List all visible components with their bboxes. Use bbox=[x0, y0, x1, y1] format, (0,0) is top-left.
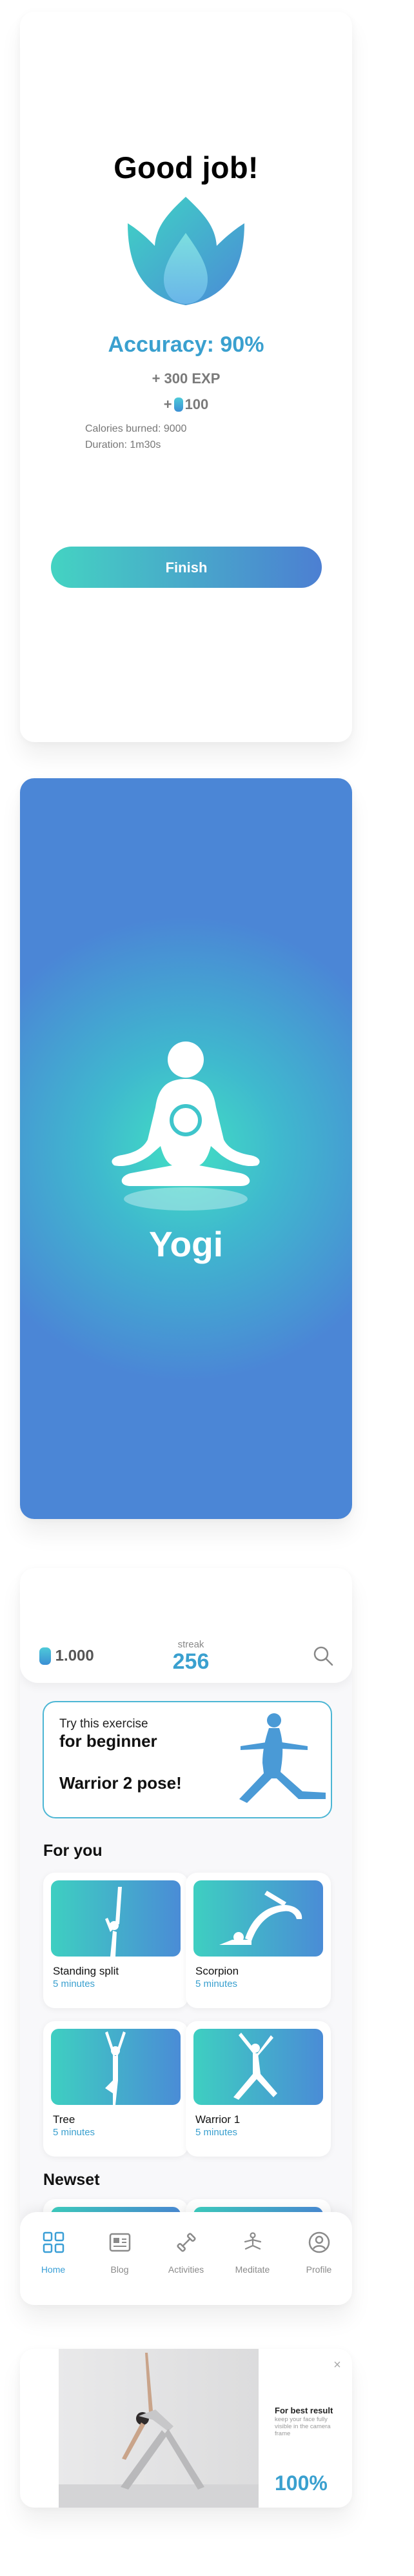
close-icon[interactable]: × bbox=[330, 2358, 344, 2372]
bottom-tab-bar: Home Blog Activities Meditate Profile bbox=[20, 2212, 352, 2305]
camera-preview bbox=[59, 2349, 259, 2508]
exercise-image bbox=[193, 1880, 323, 1957]
tab-activities[interactable]: Activities bbox=[153, 2212, 219, 2305]
home-header: 1.000 streak 256 bbox=[20, 1568, 352, 1683]
exp-reward: + 300 EXP bbox=[152, 370, 221, 387]
exercise-name: Warrior 1 bbox=[195, 2113, 241, 2126]
featured-line2: for beginner bbox=[59, 1731, 157, 1751]
standing-split-figure-icon bbox=[105, 1887, 122, 1957]
coin-icon bbox=[39, 1647, 51, 1665]
featured-pose: Warrior 2 pose! bbox=[59, 1773, 182, 1793]
app-name: Yogi bbox=[148, 1224, 224, 1264]
coins-prefix: + bbox=[163, 396, 172, 412]
tab-profile[interactable]: Profile bbox=[286, 2212, 352, 2305]
tab-blog[interactable]: Blog bbox=[86, 2212, 153, 2305]
exercise-card[interactable]: Scorpion 5 minutes bbox=[186, 1873, 331, 2008]
warrior-1-figure-icon bbox=[233, 2033, 277, 2100]
progress-value: 100% bbox=[275, 2471, 328, 2495]
triangle-pose-person-image bbox=[59, 2353, 259, 2508]
streak-label: streak bbox=[177, 1639, 204, 1650]
featured-line1: Try this exercise bbox=[59, 1717, 148, 1731]
coins-reward: +100 bbox=[20, 396, 352, 413]
exercise-duration: 5 minutes bbox=[53, 2127, 95, 2138]
tip-title: For best result bbox=[275, 2406, 333, 2415]
meditate-icon bbox=[244, 2232, 262, 2250]
profile-icon bbox=[308, 2231, 330, 2253]
exercise-card[interactable]: Tree 5 minutes bbox=[43, 2021, 188, 2157]
tree-pose-figure-icon bbox=[105, 2031, 126, 2105]
exercise-image bbox=[193, 2029, 323, 2105]
coin-balance: 1.000 bbox=[39, 1647, 94, 1665]
warrior-pose-figure-icon bbox=[239, 1713, 326, 1803]
exercise-card[interactable]: Standing split 5 minutes bbox=[43, 1873, 188, 2008]
tab-label: Profile bbox=[306, 2264, 332, 2275]
result-title: Good job! bbox=[113, 150, 259, 185]
for-you-title: For you bbox=[43, 1842, 103, 1860]
accuracy-text: Accuracy: 90% bbox=[108, 332, 264, 357]
tab-home[interactable]: Home bbox=[20, 2212, 86, 2305]
activities-icon bbox=[177, 2233, 196, 2252]
meditation-figure-icon bbox=[112, 1041, 260, 1211]
coins-value: 100 bbox=[184, 396, 209, 412]
tip-body: keep your face fully visible in the came… bbox=[275, 2416, 331, 2437]
coin-icon bbox=[173, 397, 183, 412]
newset-title: Newset bbox=[43, 2171, 100, 2189]
tab-label: Blog bbox=[110, 2264, 129, 2275]
duration-stat: Duration: 1m30s bbox=[85, 439, 161, 450]
exercise-duration: 5 minutes bbox=[195, 2127, 238, 2138]
exercise-card[interactable]: Warrior 1 5 minutes bbox=[186, 2021, 331, 2157]
search-icon[interactable] bbox=[311, 1644, 335, 1667]
camera-screen: × For best result keep your face fully v… bbox=[20, 2349, 352, 2508]
splash-screen: Yogi bbox=[20, 778, 352, 1519]
exercise-name: Scorpion bbox=[195, 1965, 239, 1977]
home-grid-icon bbox=[43, 2231, 64, 2253]
coin-balance-value: 1.000 bbox=[55, 1647, 94, 1665]
tab-label: Meditate bbox=[235, 2264, 270, 2275]
lotus-icon bbox=[128, 197, 244, 305]
blog-icon bbox=[109, 2233, 131, 2252]
exercise-name: Standing split bbox=[53, 1965, 119, 1977]
exercise-image bbox=[51, 1880, 181, 1957]
exercise-name: Tree bbox=[53, 2113, 75, 2126]
result-screen: Good job! Accuracy: 90% + 300 EXP +100 C… bbox=[20, 12, 352, 742]
tab-label: Home bbox=[41, 2264, 66, 2275]
calories-stat: Calories burned: 9000 bbox=[85, 423, 187, 434]
scorpion-figure-icon bbox=[219, 1891, 302, 1945]
exercise-duration: 5 minutes bbox=[53, 1978, 95, 1989]
exercise-image bbox=[51, 2029, 181, 2105]
tab-label: Activities bbox=[168, 2264, 204, 2275]
exercise-duration: 5 minutes bbox=[195, 1978, 238, 1989]
featured-exercise-card[interactable]: Try this exercise for beginner Warrior 2… bbox=[43, 1701, 332, 1818]
tab-meditate[interactable]: Meditate bbox=[219, 2212, 286, 2305]
home-screen: 1.000 streak 256 Try this exercise for b… bbox=[20, 1568, 352, 2305]
streak-value: 256 bbox=[172, 1649, 210, 1674]
finish-button[interactable]: Finish bbox=[51, 547, 322, 588]
